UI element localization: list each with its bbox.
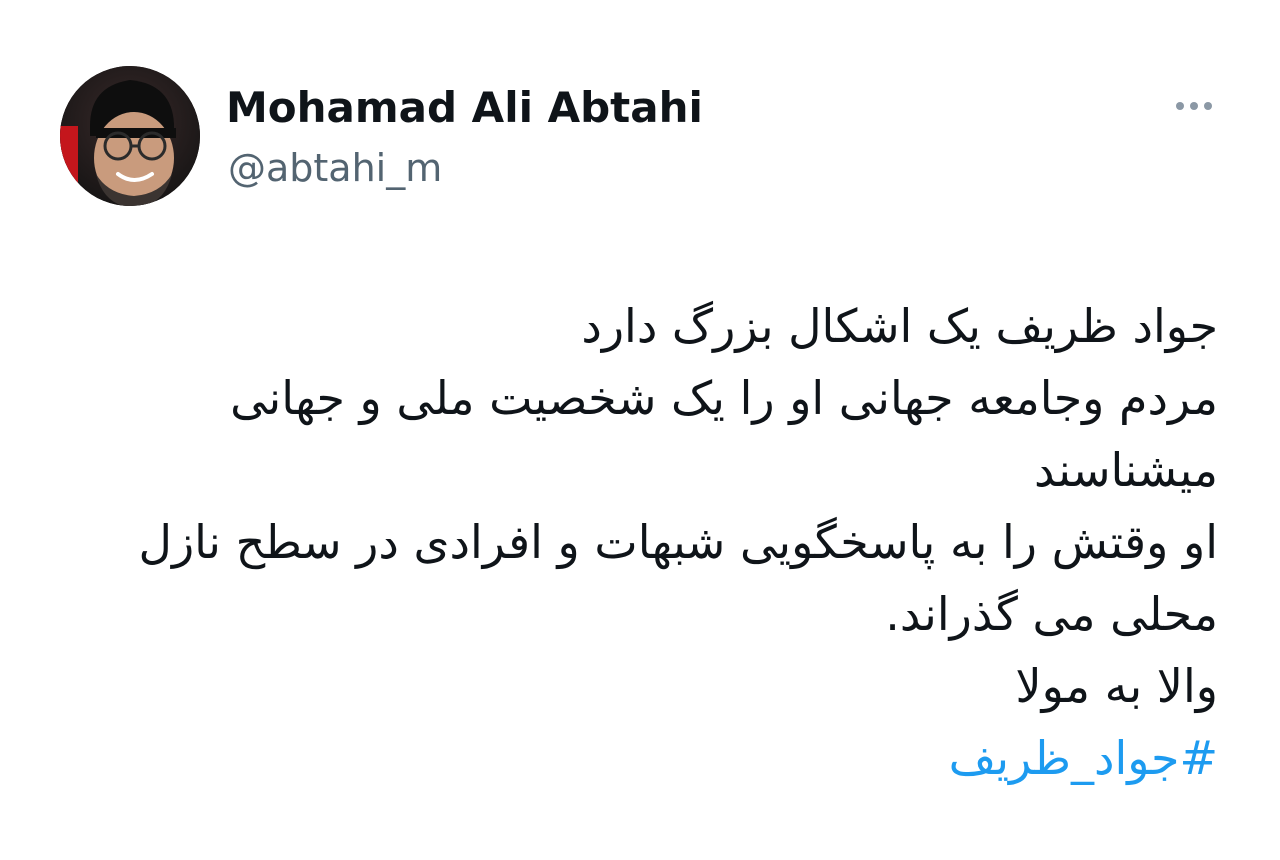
- author-handle[interactable]: @abtahi_m: [228, 144, 442, 192]
- tweet-text-line: میشناسند: [1033, 443, 1218, 497]
- author-name[interactable]: Mohamad Ali Abtahi: [226, 82, 703, 134]
- tweet-text-line: محلی می گذراند.: [885, 587, 1218, 641]
- hashtag-link[interactable]: #جواد_ظریف: [949, 731, 1218, 785]
- tweet-text-line: مردم وجامعه جهانی او را یک شخصیت ملی و ج…: [230, 371, 1218, 425]
- tweet-text-line: والا به مولا: [1015, 659, 1218, 713]
- tweet-card: Mohamad Ali Abtahi @abtahi_m جواد ظریف ی…: [0, 0, 1280, 860]
- tweet-text-line: او وقتش را به پاسخگویی شبهات و افرادی در…: [138, 515, 1218, 569]
- tweet-body: جواد ظریف یک اشکال بزرگ دارد مردم وجامعه…: [98, 290, 1218, 794]
- more-horizontal-icon: [1190, 102, 1198, 110]
- more-horizontal-icon: [1204, 102, 1212, 110]
- more-options-button[interactable]: [1164, 86, 1224, 126]
- more-horizontal-icon: [1176, 102, 1184, 110]
- tweet-text-line: جواد ظریف یک اشکال بزرگ دارد: [581, 299, 1218, 353]
- author-avatar[interactable]: [60, 66, 200, 206]
- profile-photo-icon: [60, 66, 200, 206]
